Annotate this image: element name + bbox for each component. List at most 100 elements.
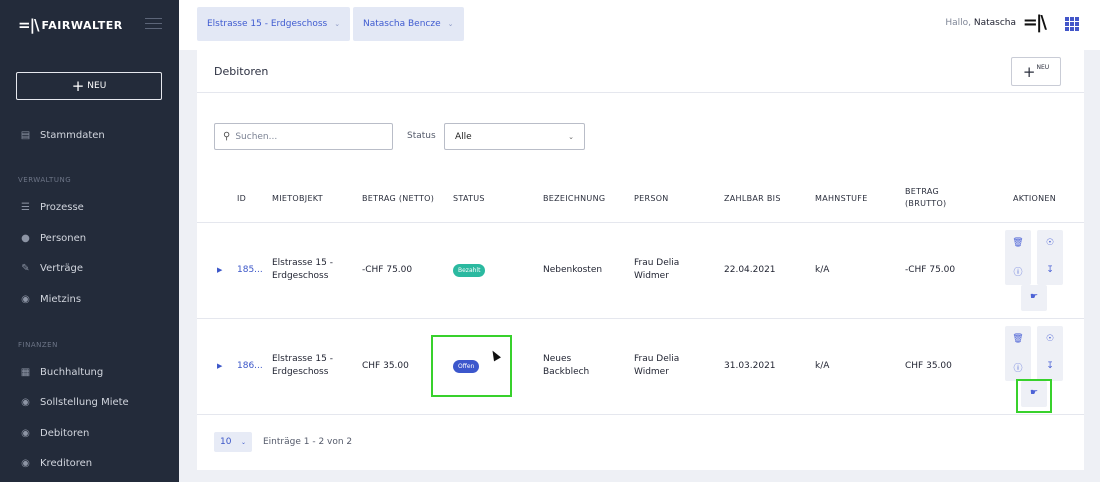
chevron-down-icon: ⌄ [447,20,454,28]
people-icon: ● [21,233,30,244]
page-size-select[interactable]: 10 ⌄ [214,432,252,452]
new-button-label: NEU [87,81,107,91]
row-id-link[interactable]: 185... [237,264,263,277]
chevron-down-icon: ⌄ [568,132,574,141]
status-filter-value: Alle [455,131,472,142]
divider [197,318,1084,319]
row-mietobjekt-line2: Erdgeschoss [272,271,329,281]
row-mietobjekt: Elstrasse 15 - Erdgeschoss [272,353,333,379]
row-mahnstufe: k/A [815,265,830,275]
row-person: Frau Delia Widmer [634,353,679,379]
row-person-line2: Widmer [634,367,669,377]
sidebar-item-label: Prozesse [40,202,84,213]
plus-icon: + [71,76,85,95]
entries-info: Einträge 1 - 2 von 2 [263,437,353,447]
sidebar-item-label: Debitoren [40,428,90,439]
coins-icon: ◉ [21,428,30,439]
expand-row-caret-icon[interactable]: ▶ [217,266,222,274]
column-header-mahnstufe[interactable]: MAHNSTUFE [815,193,868,205]
topbar: Elstrasse 15 - Erdgeschoss ⌄ Natascha Be… [179,0,1100,50]
column-header-person[interactable]: PERSON [634,193,669,205]
column-header-betrag-brutto[interactable]: BETRAG (BRUTTO) [905,186,946,210]
plus-icon: + [1022,62,1036,81]
row-betrag-netto: -CHF 75.00 [362,265,413,275]
user-avatar-logo-icon[interactable]: =|\ [1023,12,1047,33]
property-selector[interactable]: Elstrasse 15 - Erdgeschoss ⌄ [197,7,351,41]
divider [197,222,1084,223]
row-id-link[interactable]: 186... [237,360,263,373]
user-name: Natascha [973,18,1016,28]
status-filter-label: Status [407,131,436,141]
sidebar-item-buchhaltung[interactable]: ▦ Buchhaltung [19,367,103,378]
search-placeholder: Suchen... [235,131,278,142]
sidebar-item-kreditoren[interactable]: ◉ Kreditoren [19,458,92,469]
expand-row-caret-icon[interactable]: ▶ [217,362,222,370]
add-debitor-button[interactable]: + NEU [1011,57,1061,86]
user-greeting[interactable]: Hallo, Natascha [945,18,1016,28]
row-mietobjekt: Elstrasse 15 - Erdgeschoss [272,257,333,283]
row-mietobjekt-line2: Erdgeschoss [272,367,329,377]
column-header-aktionen: AKTIONEN [1013,194,1057,203]
sidebar-item-label: Kreditoren [40,458,93,469]
greeting-text: Hallo, [945,18,971,28]
column-header-mietobjekt[interactable]: MIETOBJEKT [272,193,323,205]
sidebar-section-title: VERWALTUNG [18,176,72,184]
column-header-zahlbar-bis[interactable]: ZAHLBAR BIS [724,193,781,205]
sidebar-item-label: Stammdaten [40,130,105,141]
info-icon[interactable]: ⓘ [1005,265,1031,278]
column-header-id[interactable]: ID [237,193,246,205]
download-icon[interactable]: ↧ [1037,265,1063,275]
status-filter-select[interactable]: Alle ⌄ [444,123,585,150]
menu-toggle-icon[interactable] [145,18,162,33]
sidebar-item-vertraege[interactable]: ✎ Verträge [19,263,83,274]
sidebar: =|\ FAIRWALTER + NEU ▤ Stammdaten VERWAL… [0,0,179,482]
row-bezeichnung: Neues Backblech [543,353,589,379]
sidebar-item-stammdaten[interactable]: ▤ Stammdaten [19,130,105,141]
row-bezeichnung-line1: Nebenkosten [543,265,603,275]
sidebar-item-mietzins[interactable]: ◉ Mietzins [19,294,81,305]
payment-hand-icon[interactable]: ☛ [1021,292,1047,302]
sidebar-item-label: Personen [40,233,87,244]
debitoren-card: Debitoren + NEU ⚲ Suchen... Status Alle … [197,50,1084,470]
sidebar-item-label: Mietzins [40,294,82,305]
coins-icon: ◉ [21,458,30,469]
download-icon[interactable]: ↧ [1037,361,1063,371]
search-input[interactable]: ⚲ Suchen... [214,123,393,150]
action-column: ☛ [1021,285,1047,311]
action-column: ☉ ↧ [1037,326,1063,381]
sidebar-item-personen[interactable]: ● Personen [19,233,86,244]
sidebar-item-debitoren[interactable]: ◉ Debitoren [19,428,89,439]
action-column: 🗑 ⓘ [1005,230,1031,285]
row-mietobjekt-line1: Elstrasse 15 - [272,354,333,364]
divider [197,414,1084,415]
sidebar-item-sollstellung-miete[interactable]: ◉ Sollstellung Miete [19,397,129,408]
column-header-status[interactable]: STATUS [453,193,485,205]
row-bezeichnung-line1: Neues [543,354,572,364]
row-person-line1: Frau Delia [634,258,680,268]
sidebar-item-prozesse[interactable]: ☰ Prozesse [19,202,84,213]
coins-icon: ◉ [21,294,30,305]
list-icon: ☰ [21,202,30,213]
eye-icon[interactable]: ☉ [1037,238,1063,248]
eye-icon[interactable]: ☉ [1037,334,1063,344]
info-icon[interactable]: ⓘ [1005,361,1031,374]
row-person-line1: Frau Delia [634,354,680,364]
search-icon: ⚲ [223,131,231,142]
row-betrag-netto: CHF 35.00 [362,361,409,371]
contract-icon: ✎ [21,263,30,274]
row-zahlbar-bis: 22.04.2021 [724,265,776,275]
trash-icon[interactable]: 🗑 [1005,238,1031,248]
column-header-bezeichnung[interactable]: BEZEICHNUNG [543,193,605,205]
brand-logo[interactable]: =|\ FAIRWALTER [18,16,123,34]
column-header-betrag-brutto-line1: BETRAG [905,187,939,196]
sidebar-new-button[interactable]: + NEU [16,72,162,100]
logo-mark-icon: =|\ [18,16,40,34]
action-column: ☉ ↧ [1037,230,1063,285]
sidebar-item-label: Verträge [40,263,83,274]
person-selector[interactable]: Natascha Bencze ⌄ [353,7,464,41]
apps-grid-icon[interactable] [1065,17,1079,31]
trash-icon[interactable]: 🗑 [1005,334,1031,344]
column-header-betrag-brutto-line2: (BRUTTO) [905,199,947,208]
add-debitor-label: NEU [1036,64,1050,71]
column-header-betrag-netto[interactable]: BETRAG (NETTO) [362,193,434,205]
